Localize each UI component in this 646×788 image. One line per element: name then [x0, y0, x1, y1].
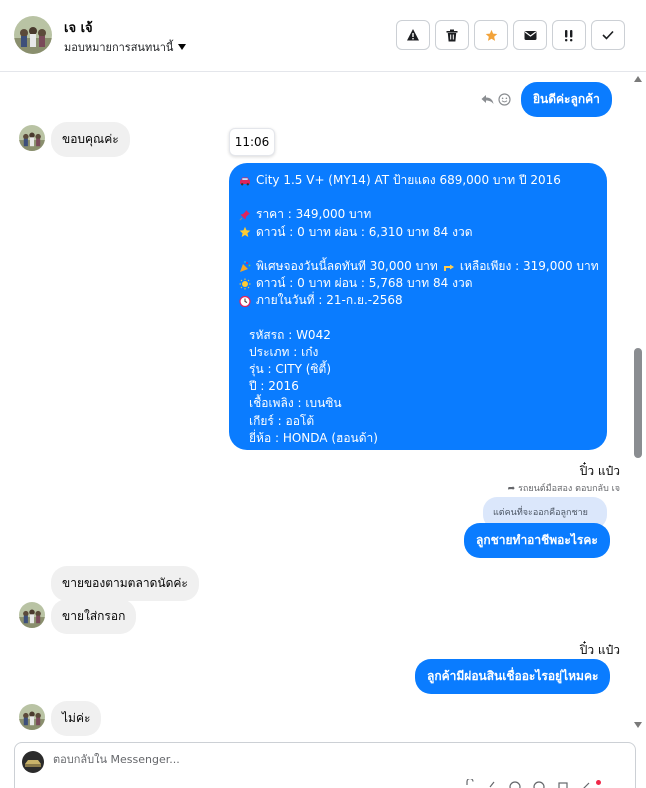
- message-composer: [14, 742, 636, 788]
- incoming-message[interactable]: ขายของตามตลาดนัดค่ะ: [51, 566, 199, 601]
- mail-icon: [524, 30, 536, 40]
- conversation-toolbar: [396, 20, 625, 50]
- contact-avatar[interactable]: [14, 16, 52, 54]
- outgoing-message[interactable]: ยินดีค่ะลูกค้า: [521, 82, 612, 117]
- contact-name: เจ เจ้: [64, 21, 93, 36]
- reply-indicator: ➦ รถยนต์มือสอง ตอบกลับ เจ: [508, 481, 620, 495]
- card-spec-code: รหัสรถ : W042: [249, 327, 331, 342]
- card-spec-year: ปี : 2016: [249, 379, 299, 394]
- card-promo: พิเศษจองวันนี้ลดทันที 30,000 บาท: [256, 258, 438, 273]
- follow-up-button[interactable]: [552, 20, 586, 50]
- assign-conversation-dropdown[interactable]: มอบหมายการสนทนานี้: [64, 38, 187, 56]
- trash-icon: [446, 29, 458, 41]
- mark-unread-button[interactable]: [513, 20, 547, 50]
- card-price: ราคา : 349,000 บาท: [256, 207, 372, 222]
- card-title: City 1.5 V+ (MY14) AT ป้ายแดง 689,000 บา…: [256, 173, 561, 187]
- car-listing-message[interactable]: City 1.5 V+ (MY14) AT ป้ายแดง 689,000 บา…: [229, 163, 607, 450]
- card-promo-price: เหลือเพียง : 319,000 บาท: [459, 258, 599, 273]
- incoming-message[interactable]: ขอบคุณค่ะ: [51, 122, 130, 157]
- card-spec-model: รุ่น : CITY (ซิตี้): [249, 362, 332, 377]
- star-emoji-icon: [239, 226, 251, 238]
- contact-avatar-small: [19, 125, 45, 151]
- star-button[interactable]: [474, 20, 508, 50]
- send-icon[interactable]: [581, 779, 591, 788]
- check-icon: [602, 30, 614, 40]
- car-icon: [240, 177, 250, 186]
- reply-input[interactable]: [53, 753, 453, 766]
- card-installment-1: ดาวน์ : 0 บาท ผ่อน : 6,310 บาท 84 งวด: [256, 224, 473, 239]
- party-popper-icon: [240, 260, 251, 272]
- scroll-down-arrow[interactable]: [634, 722, 642, 728]
- emoji-icon[interactable]: [509, 779, 521, 788]
- card-spec-type: ประเภท : เก๋ง: [249, 344, 319, 359]
- card-spec-brand: ยี่ห้อ : HONDA (ฮอนด้า): [249, 430, 378, 445]
- sender-name: ปิ๋ว แป๋ว: [579, 464, 620, 478]
- notification-dot: [596, 780, 601, 785]
- sender-name: ปิ๋ว แป๋ว: [579, 643, 620, 657]
- clock-icon: [239, 295, 251, 307]
- pointing-hand-icon: [443, 264, 454, 271]
- incoming-message[interactable]: ขายใส่กรอก: [51, 599, 137, 634]
- scroll-up-arrow[interactable]: [634, 76, 642, 82]
- caret-down-icon: [178, 44, 187, 50]
- message-timestamp-tooltip: 11:06: [229, 128, 275, 156]
- card-spec-fuel: เชื้อเพลิง : เบนซิน: [249, 396, 342, 411]
- sticker-icon[interactable]: [533, 779, 545, 788]
- reply-arrow-icon: ➦: [507, 484, 516, 494]
- outgoing-message[interactable]: ลูกค้ามีผ่อนสินเชื่ออะไรอยู่ไหมคะ: [415, 659, 611, 694]
- attachment-icon[interactable]: [465, 779, 475, 788]
- contact-avatar-small: [19, 704, 45, 730]
- saved-replies-icon[interactable]: [557, 779, 569, 788]
- double-exclamation-icon: [565, 29, 573, 41]
- emoji-react-icon[interactable]: [498, 93, 511, 106]
- card-spec-gear: เกียร์ : ออโต้: [249, 413, 315, 428]
- mark-done-button[interactable]: [591, 20, 625, 50]
- incoming-message[interactable]: ไม่ค่ะ: [51, 701, 102, 736]
- paperclip-icon[interactable]: [487, 779, 497, 788]
- card-installment-2: ดาวน์ : 0 บาท ผ่อน : 5,768 บาท 84 งวด: [256, 276, 473, 291]
- star-icon: [485, 29, 497, 41]
- conversation-header: เจ เจ้ มอบหมายการสนทนานี้: [0, 0, 646, 72]
- sun-icon: [239, 278, 251, 290]
- card-deadline: ภายในวันที่ : 21-ก.ย.-2568: [256, 293, 403, 308]
- warning-icon: [407, 29, 419, 41]
- outgoing-message[interactable]: ลูกชายทำอาชีพอะไรคะ: [464, 523, 610, 558]
- message-actions: [481, 93, 511, 106]
- delete-button[interactable]: [435, 20, 469, 50]
- assign-label: มอบหมายการสนทนานี้: [64, 41, 174, 54]
- page-avatar: [22, 751, 44, 773]
- composer-toolbar: [465, 779, 591, 788]
- reply-indicator-text: รถยนต์มือสอง ตอบกลับ เจ: [518, 484, 620, 494]
- reply-icon[interactable]: [481, 94, 494, 105]
- pushpin-icon: [239, 209, 250, 221]
- scrollbar-thumb[interactable]: [634, 348, 642, 458]
- mark-spam-button[interactable]: [396, 20, 430, 50]
- contact-avatar-small: [19, 602, 45, 628]
